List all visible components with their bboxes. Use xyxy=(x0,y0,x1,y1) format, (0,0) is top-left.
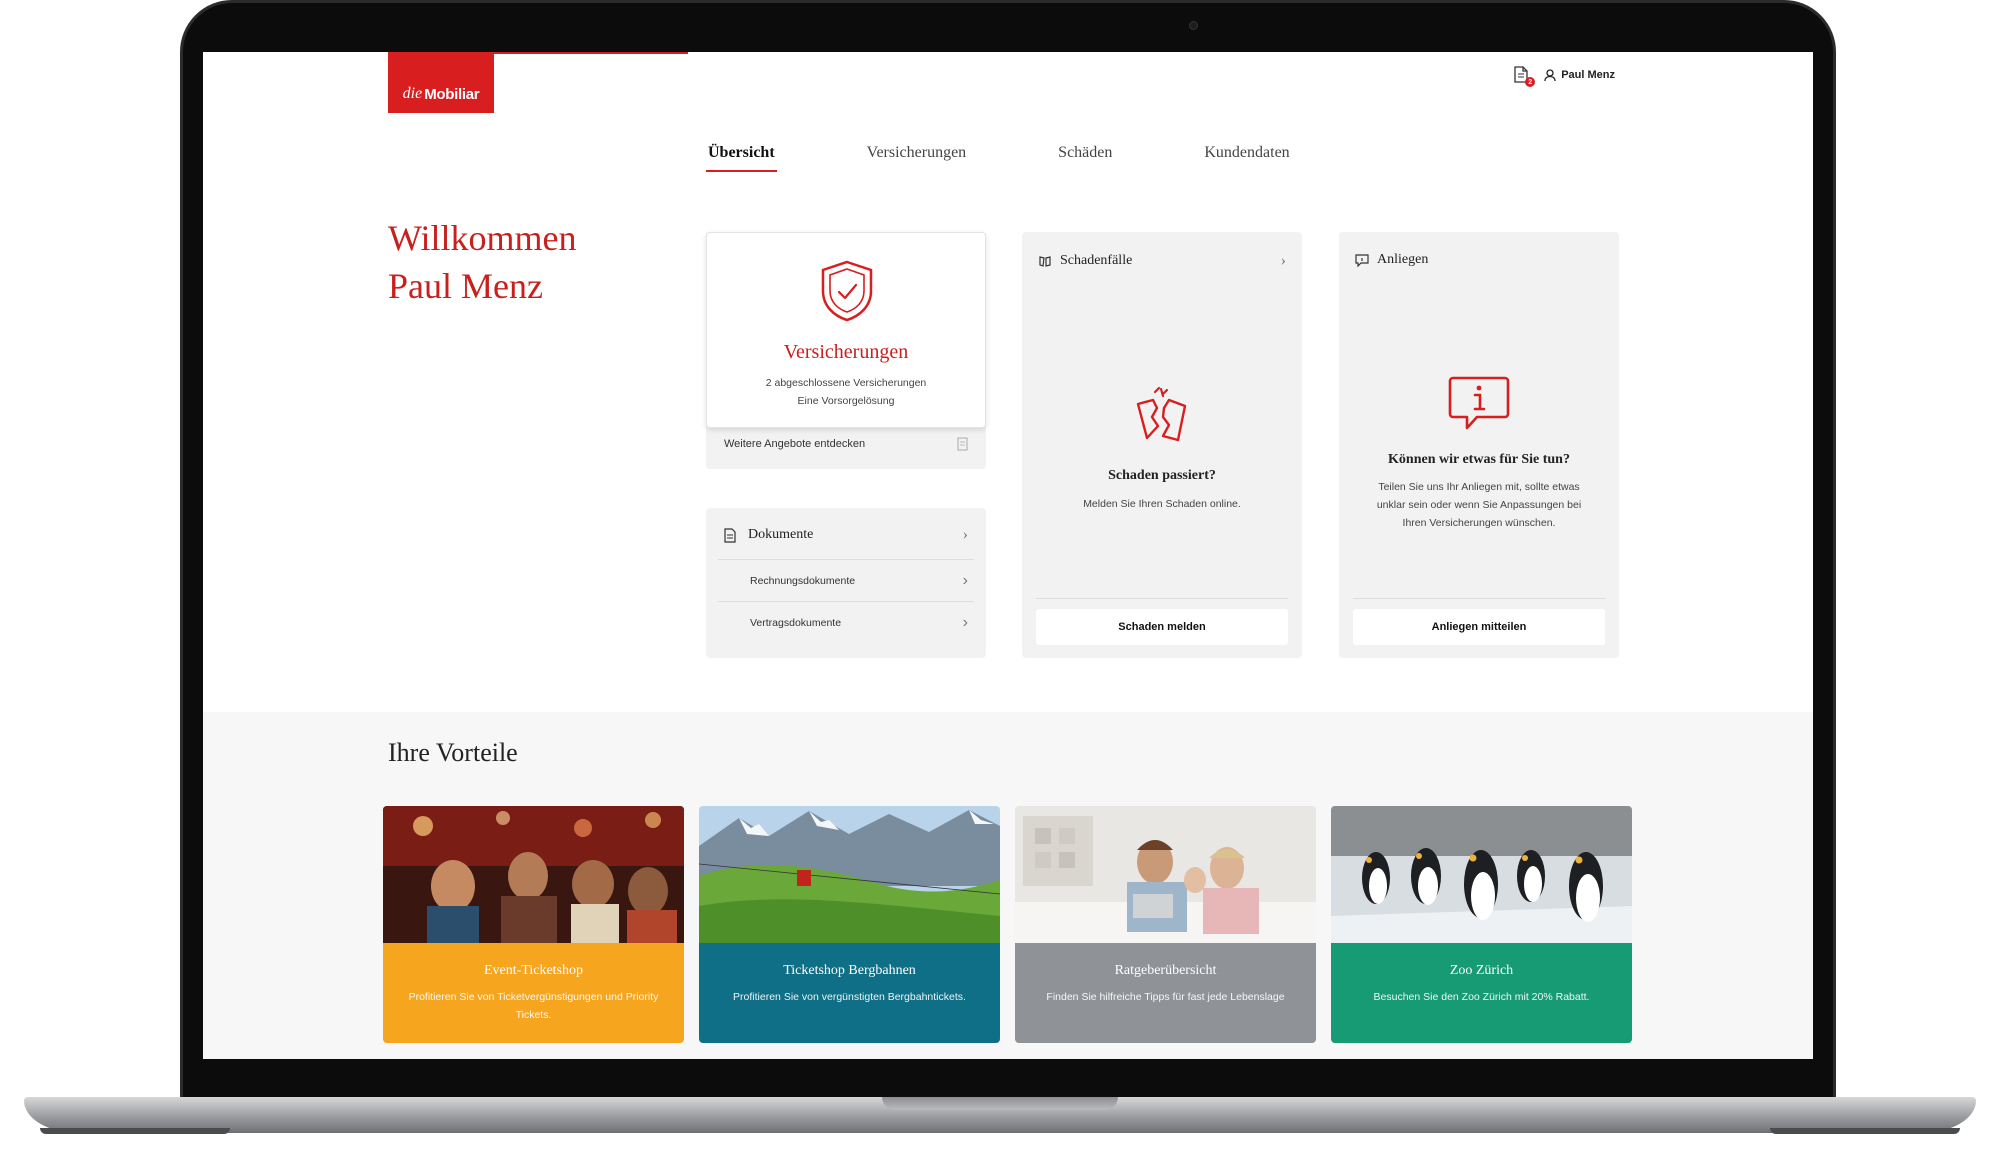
chevron-right-icon: › xyxy=(962,571,968,589)
damage-icon xyxy=(1039,256,1051,267)
divider xyxy=(1353,598,1605,599)
claims-header[interactable]: Schadenfälle › xyxy=(1038,252,1286,270)
divider xyxy=(1036,598,1288,599)
laptop-foot-left xyxy=(40,1128,230,1134)
speech-bubble-icon xyxy=(1355,254,1369,267)
event-crowd-image xyxy=(383,806,684,943)
tab-versicherungen[interactable]: Versicherungen xyxy=(865,144,969,172)
welcome-line-1: Willkommen xyxy=(388,218,577,258)
welcome-heading: Willkommen Paul Menz xyxy=(388,214,577,310)
promo-body: Ratgeberübersicht Finden Sie hilfreiche … xyxy=(1015,943,1316,1043)
documents-icon[interactable]: 2 xyxy=(1514,66,1536,87)
pension-count: Eine Vorsorgelösung xyxy=(797,395,895,407)
promo-body: Zoo Zürich Besuchen Sie den Zoo Zürich m… xyxy=(1331,943,1632,1043)
claims-title: Schaden passiert? xyxy=(1108,468,1216,483)
header-actions: 2 Paul Menz xyxy=(1514,66,1615,87)
promo-text: Profitieren Sie von Ticketvergünstigunge… xyxy=(408,991,659,1021)
user-name: Paul Menz xyxy=(1561,69,1615,81)
documents-row-label: Vertragsdokumente xyxy=(750,616,842,629)
logo-prefix: die xyxy=(402,85,423,102)
concerns-title: Können wir etwas für Sie tun? xyxy=(1388,452,1570,467)
insurance-count: 2 abgeschlossene Versicherungen xyxy=(765,377,927,389)
user-icon xyxy=(1544,68,1556,81)
laptop-base xyxy=(24,1097,1976,1133)
promo-body: Event-Ticketshop Profitieren Sie von Tic… xyxy=(383,943,684,1043)
more-offers-link[interactable]: Weitere Angebote entdecken xyxy=(724,437,968,451)
chevron-right-icon: › xyxy=(1280,252,1286,269)
advantages-title: Ihre Vorteile xyxy=(388,738,518,767)
concerns-header[interactable]: Anliegen xyxy=(1355,252,1603,268)
welcome-line-2: Paul Menz xyxy=(388,266,543,306)
shield-check-icon xyxy=(821,260,873,322)
insurance-card-title: Versicherungen xyxy=(783,341,909,363)
promo-card-event[interactable]: Event-Ticketshop Profitieren Sie von Tic… xyxy=(383,806,684,1043)
mountain-cablecar-image xyxy=(699,806,1000,943)
documents-card: Dokumente › Rechnungsdokumente › Vertrag… xyxy=(706,508,986,658)
documents-row-contracts[interactable]: Vertragsdokumente › xyxy=(718,601,974,643)
promo-card-zoo[interactable]: Zoo Zürich Besuchen Sie den Zoo Zürich m… xyxy=(1331,806,1632,1043)
report-claim-button[interactable]: Schaden melden xyxy=(1036,609,1288,645)
promo-body: Ticketshop Bergbahnen Profitieren Sie vo… xyxy=(699,943,1000,1043)
chevron-right-icon: › xyxy=(962,526,968,543)
penguins-image xyxy=(1331,806,1632,943)
documents-header[interactable]: Dokumente › xyxy=(724,526,968,544)
promo-text: Besuchen Sie den Zoo Zürich mit 20% Raba… xyxy=(1373,991,1590,1003)
laptop-foot-right xyxy=(1770,1128,1960,1134)
tab-uebersicht[interactable]: Übersicht xyxy=(706,144,777,172)
promo-text: Finden Sie hilfreiche Tipps für fast jed… xyxy=(1046,991,1285,1003)
documents-row-invoices[interactable]: Rechnungsdokumente › xyxy=(718,559,974,601)
promo-title: Ratgeberübersicht xyxy=(1114,963,1217,978)
promo-title: Zoo Zürich xyxy=(1449,963,1514,978)
documents-title: Dokumente xyxy=(748,527,814,542)
submit-concern-button[interactable]: Anliegen mitteilen xyxy=(1353,609,1605,645)
user-menu[interactable]: Paul Menz xyxy=(1544,68,1615,82)
document-icon xyxy=(957,437,968,451)
concerns-header-label: Anliegen xyxy=(1377,252,1429,267)
main-nav: Übersicht Versicherungen Schäden Kundend… xyxy=(706,144,1380,172)
tab-kundendaten[interactable]: Kundendaten xyxy=(1202,144,1291,172)
promo-card-guides[interactable]: Ratgeberübersicht Finden Sie hilfreiche … xyxy=(1015,806,1316,1043)
concerns-card: Anliegen Können wir etwas für Sie tun? T… xyxy=(1339,232,1619,658)
insurance-card: Versicherungen 2 abgeschlossene Versiche… xyxy=(706,232,986,469)
claims-card: Schadenfälle › Schaden passiert? Melden … xyxy=(1022,232,1302,658)
insurance-card-main[interactable]: Versicherungen 2 abgeschlossene Versiche… xyxy=(706,232,986,428)
browser-viewport: die Mobiliar 2 Paul Menz Übersicht Versi… xyxy=(203,52,1813,1059)
documents-badge: 2 xyxy=(1525,77,1536,87)
claims-header-label: Schadenfälle xyxy=(1060,253,1133,268)
promo-title: Ticketshop Bergbahnen xyxy=(783,963,916,978)
documents-row-label: Rechnungsdokumente xyxy=(750,574,856,587)
promo-title: Event-Ticketshop xyxy=(483,963,584,978)
promo-text: Profitieren Sie von vergünstigten Bergba… xyxy=(733,991,966,1003)
logo-brand: Mobiliar xyxy=(424,86,480,103)
mobiliar-logo[interactable]: die Mobiliar xyxy=(388,52,494,113)
promo-card-mountain-railway[interactable]: Ticketshop Bergbahnen Profitieren Sie vo… xyxy=(699,806,1000,1043)
family-sofa-image xyxy=(1015,806,1316,943)
tab-schaeden[interactable]: Schäden xyxy=(1056,144,1114,172)
chevron-right-icon: › xyxy=(962,613,968,631)
laptop-notch xyxy=(882,1097,1118,1110)
claims-description: Melden Sie Ihren Schaden online. xyxy=(1083,498,1241,510)
concerns-description: Teilen Sie uns Ihr Anliegen mit, sollte … xyxy=(1376,481,1582,529)
camera-icon xyxy=(1189,21,1198,30)
broken-object-icon xyxy=(1136,386,1187,442)
file-icon xyxy=(724,527,736,543)
more-offers-label: Weitere Angebote entdecken xyxy=(724,438,866,450)
info-bubble-icon xyxy=(1448,376,1510,430)
